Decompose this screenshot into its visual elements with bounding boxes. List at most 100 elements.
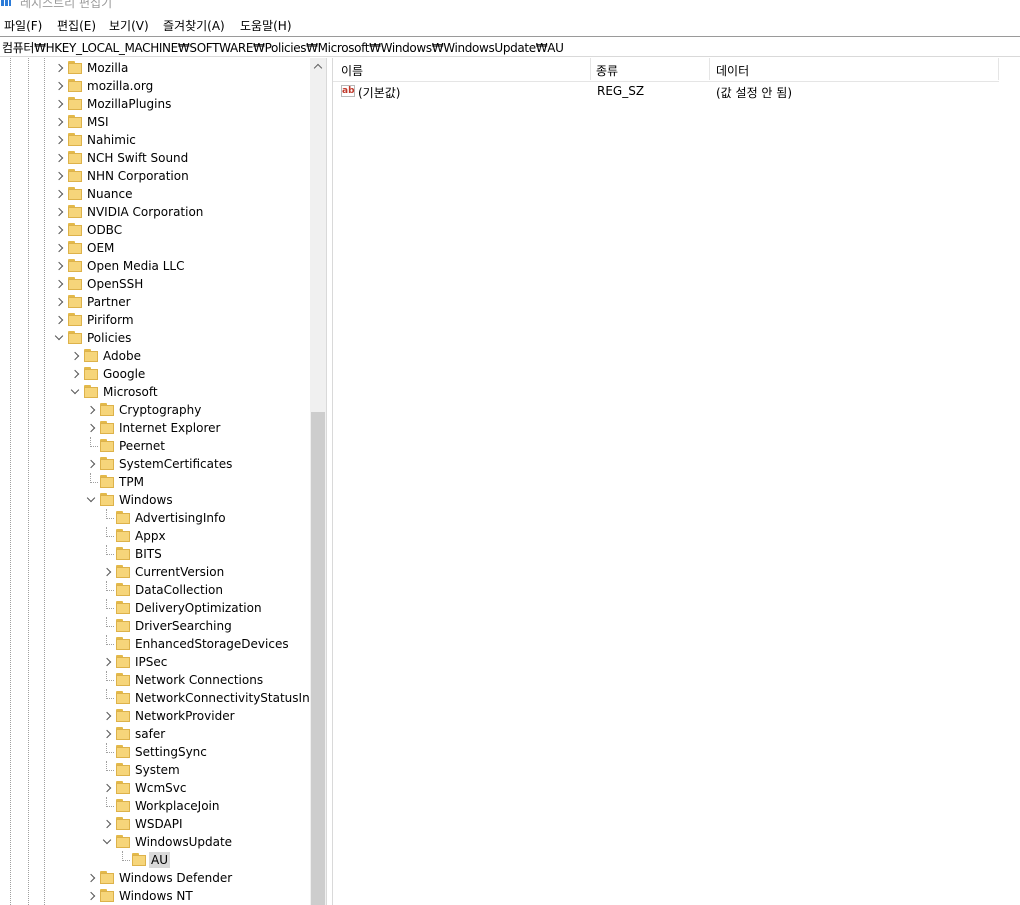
tree-item[interactable]: Mozilla	[0, 59, 310, 77]
tree-item[interactable]: OpenSSH	[0, 275, 310, 293]
tree-item[interactable]: Open Media LLC	[0, 257, 310, 275]
chevron-right-icon[interactable]	[69, 347, 81, 365]
tree-item[interactable]: BITS	[0, 545, 310, 563]
chevron-down-icon[interactable]	[53, 329, 65, 347]
tree-item[interactable]: DriverSearching	[0, 617, 310, 635]
chevron-right-icon[interactable]	[85, 419, 97, 437]
tree-item[interactable]: safer	[0, 725, 310, 743]
chevron-down-icon[interactable]	[101, 833, 113, 851]
column-header-type[interactable]: 종류	[596, 62, 618, 79]
tree-item[interactable]: Microsoft	[0, 383, 310, 401]
tree-item[interactable]: DeliveryOptimization	[0, 599, 310, 617]
tree-item[interactable]: WcmSvc	[0, 779, 310, 797]
chevron-right-icon[interactable]	[101, 707, 113, 725]
chevron-right-icon[interactable]	[53, 167, 65, 185]
tree-item[interactable]: NVIDIA Corporation	[0, 203, 310, 221]
tree-item[interactable]: TPM	[0, 473, 310, 491]
column-divider[interactable]	[590, 58, 591, 80]
chevron-right-icon[interactable]	[53, 203, 65, 221]
chevron-down-icon[interactable]	[85, 491, 97, 509]
chevron-right-icon[interactable]	[53, 221, 65, 239]
tree-item[interactable]: Google	[0, 365, 310, 383]
menu-view[interactable]: 보기(V)	[109, 17, 149, 34]
chevron-right-icon[interactable]	[53, 185, 65, 203]
tree-item[interactable]: SystemCertificates	[0, 455, 310, 473]
address-bar[interactable]: 컴퓨터₩HKEY_LOCAL_MACHINE₩SOFTWARE₩Policies…	[0, 36, 1020, 57]
values-list[interactable]: 이름 종류 데이터 ab (기본값) REG_SZ (값 설정 안 됨)	[332, 58, 1020, 905]
tree-item[interactable]: AdvertisingInfo	[0, 509, 310, 527]
tree-item[interactable]: MSI	[0, 113, 310, 131]
chevron-right-icon[interactable]	[53, 131, 65, 149]
tree-item[interactable]: Piriform	[0, 311, 310, 329]
chevron-right-icon[interactable]	[53, 95, 65, 113]
menu-help[interactable]: 도움말(H)	[240, 17, 292, 34]
scroll-up-arrow-icon[interactable]	[310, 58, 326, 75]
tree-item[interactable]: WSDAPI	[0, 815, 310, 833]
tree-item[interactable]: System	[0, 761, 310, 779]
folder-icon	[100, 421, 114, 434]
tree-item[interactable]: Windows NT	[0, 887, 310, 905]
chevron-right-icon[interactable]	[53, 149, 65, 167]
chevron-down-icon[interactable]	[69, 383, 81, 401]
tree-item[interactable]: MozillaPlugins	[0, 95, 310, 113]
tree-item[interactable]: EnhancedStorageDevices	[0, 635, 310, 653]
tree-item[interactable]: Windows	[0, 491, 310, 509]
tree-item[interactable]: SettingSync	[0, 743, 310, 761]
tree-scrollbar[interactable]	[310, 58, 326, 905]
tree-item[interactable]: DataCollection	[0, 581, 310, 599]
chevron-right-icon[interactable]	[101, 815, 113, 833]
column-divider[interactable]	[709, 58, 710, 80]
tree-item[interactable]: NHN Corporation	[0, 167, 310, 185]
tree-item[interactable]: WorkplaceJoin	[0, 797, 310, 815]
tree-item[interactable]: AU	[0, 851, 310, 869]
chevron-right-icon[interactable]	[85, 887, 97, 905]
tree-item[interactable]: Policies	[0, 329, 310, 347]
tree-item[interactable]: Internet Explorer	[0, 419, 310, 437]
chevron-right-icon[interactable]	[85, 455, 97, 473]
tree-item[interactable]: Network Connections	[0, 671, 310, 689]
tree-item[interactable]: ODBC	[0, 221, 310, 239]
tree-item[interactable]: IPSec	[0, 653, 310, 671]
tree-item[interactable]: mozilla.org	[0, 77, 310, 95]
chevron-right-icon[interactable]	[53, 311, 65, 329]
value-row[interactable]: ab (기본값) REG_SZ (값 설정 안 됨)	[333, 82, 1020, 102]
menu-file[interactable]: 파일(F)	[4, 17, 42, 34]
tree-item[interactable]: Peernet	[0, 437, 310, 455]
tree-item[interactable]: Windows Defender	[0, 869, 310, 887]
chevron-right-icon[interactable]	[53, 275, 65, 293]
chevron-right-icon[interactable]	[101, 563, 113, 581]
tree-item[interactable]: NCH Swift Sound	[0, 149, 310, 167]
registry-tree[interactable]: Mozilla mozilla.org MozillaPlugins MSI Nahim…	[0, 58, 310, 905]
chevron-right-icon[interactable]	[101, 779, 113, 797]
chevron-right-icon[interactable]	[69, 365, 81, 383]
chevron-right-icon[interactable]	[53, 113, 65, 131]
tree-item[interactable]: Adobe	[0, 347, 310, 365]
chevron-right-icon[interactable]	[101, 725, 113, 743]
tree-item[interactable]: Appx	[0, 527, 310, 545]
address-path[interactable]: 컴퓨터₩HKEY_LOCAL_MACHINE₩SOFTWARE₩Policies…	[2, 39, 564, 56]
chevron-right-icon[interactable]	[53, 59, 65, 77]
tree-item[interactable]: Nahimic	[0, 131, 310, 149]
tree-item[interactable]: Cryptography	[0, 401, 310, 419]
tree-item[interactable]: WindowsUpdate	[0, 833, 310, 851]
tree-item[interactable]: CurrentVersion	[0, 563, 310, 581]
column-header-name[interactable]: 이름	[341, 62, 363, 79]
tree-item[interactable]: OEM	[0, 239, 310, 257]
chevron-right-icon[interactable]	[53, 257, 65, 275]
folder-icon	[116, 799, 130, 812]
chevron-right-icon[interactable]	[101, 653, 113, 671]
chevron-right-icon[interactable]	[53, 239, 65, 257]
tree-item[interactable]: Nuance	[0, 185, 310, 203]
column-divider[interactable]	[998, 58, 999, 80]
tree-item[interactable]: NetworkConnectivityStatusIndica	[0, 689, 310, 707]
tree-item[interactable]: Partner	[0, 293, 310, 311]
scrollbar-thumb[interactable]	[311, 412, 325, 905]
chevron-right-icon[interactable]	[85, 869, 97, 887]
chevron-right-icon[interactable]	[53, 293, 65, 311]
column-header-data[interactable]: 데이터	[716, 62, 749, 79]
menu-favorites[interactable]: 즐겨찾기(A)	[163, 17, 225, 34]
chevron-right-icon[interactable]	[85, 401, 97, 419]
tree-item[interactable]: NetworkProvider	[0, 707, 310, 725]
chevron-right-icon[interactable]	[53, 77, 65, 95]
menu-edit[interactable]: 편집(E)	[57, 17, 96, 34]
